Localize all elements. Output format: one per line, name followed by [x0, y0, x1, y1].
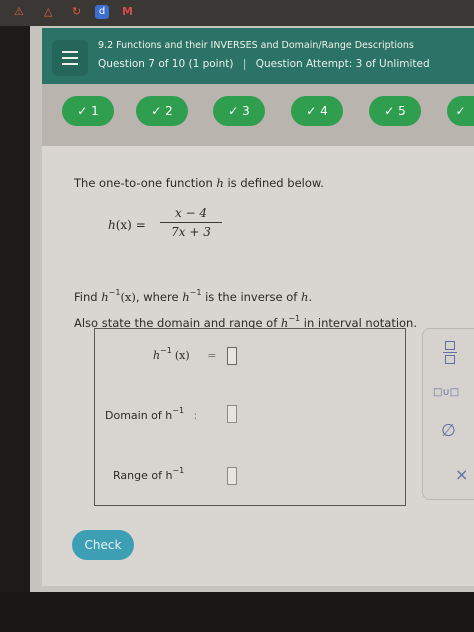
- range-input[interactable]: [227, 467, 237, 485]
- question-pill-5[interactable]: ✓ 5: [369, 96, 421, 126]
- check-icon: ✓: [384, 104, 395, 118]
- refresh-icon[interactable]: ↻: [72, 5, 81, 19]
- pill-number: 4: [320, 104, 328, 118]
- d-icon[interactable]: d: [95, 5, 109, 19]
- check-icon: ✓: [77, 104, 88, 118]
- empty-set-icon[interactable]: ∅: [441, 421, 456, 441]
- device-bezel: [0, 592, 474, 632]
- close-icon[interactable]: ×: [455, 465, 468, 484]
- find-instruction: Find h−1(x), where h−1 is the inverse of…: [74, 288, 313, 304]
- question-nav: ✓ 1 ✓ 2 ✓ 3 ✓ 4 ✓ 5 ✓: [42, 84, 474, 146]
- function-fraction: x − 4 7x + 3: [160, 206, 222, 239]
- numerator: x − 4: [174, 206, 208, 220]
- union-icon[interactable]: □∪□: [433, 387, 459, 398]
- domain-input[interactable]: [227, 405, 237, 423]
- pill-number: 1: [91, 104, 99, 118]
- inverse-row: h−1 (x) =: [153, 346, 217, 362]
- question-info: Question 7 of 10 (1 point) | Question At…: [98, 58, 430, 70]
- alert-icon[interactable]: ⚠: [14, 5, 24, 19]
- question-pill-4[interactable]: ✓ 4: [291, 96, 343, 126]
- pill-number: 5: [398, 104, 406, 118]
- check-icon: ✓: [306, 104, 317, 118]
- domain-label: Domain of h−1 :: [105, 406, 198, 422]
- check-button[interactable]: Check: [72, 530, 134, 560]
- page-title: 9.2 Functions and their INVERSES and Dom…: [98, 40, 414, 51]
- check-icon: ✓: [228, 104, 239, 118]
- range-label: Range of h−1: [113, 466, 185, 482]
- pill-number: 3: [242, 104, 250, 118]
- math-toolbar: □∪□ ∅ ×: [422, 328, 474, 500]
- question-number: Question 7 of 10 (1 point): [98, 58, 234, 70]
- question-content: The one-to-one function h is defined bel…: [42, 146, 474, 586]
- attempt-info: Question Attempt: 3 of Unlimited: [255, 58, 430, 70]
- check-icon: ✓: [455, 104, 466, 118]
- check-icon: ✓: [151, 104, 162, 118]
- drive-icon[interactable]: △: [44, 5, 52, 19]
- question-pill-2[interactable]: ✓ 2: [136, 96, 188, 126]
- question-pill-6[interactable]: ✓: [447, 96, 474, 126]
- question-pill-1[interactable]: ✓ 1: [62, 96, 114, 126]
- screen: 9.2 Functions and their INVERSES and Dom…: [30, 26, 474, 592]
- function-lhs: h(x) =: [108, 218, 146, 232]
- denominator: 7x + 3: [171, 225, 211, 239]
- header-separator: |: [242, 58, 247, 70]
- inverse-input[interactable]: [227, 347, 237, 365]
- menu-button[interactable]: [52, 40, 88, 76]
- answer-box: h−1 (x) = Domain of h−1 : Range of h−1: [94, 328, 406, 506]
- mail-icon[interactable]: M: [122, 5, 133, 19]
- pill-number: 2: [165, 104, 173, 118]
- problem-intro: The one-to-one function h is defined bel…: [74, 176, 324, 190]
- question-pill-3[interactable]: ✓ 3: [213, 96, 265, 126]
- browser-bar: ⚠ △ ↻ d M: [0, 0, 474, 26]
- fraction-bar: [160, 222, 222, 223]
- fraction-icon[interactable]: [443, 341, 457, 364]
